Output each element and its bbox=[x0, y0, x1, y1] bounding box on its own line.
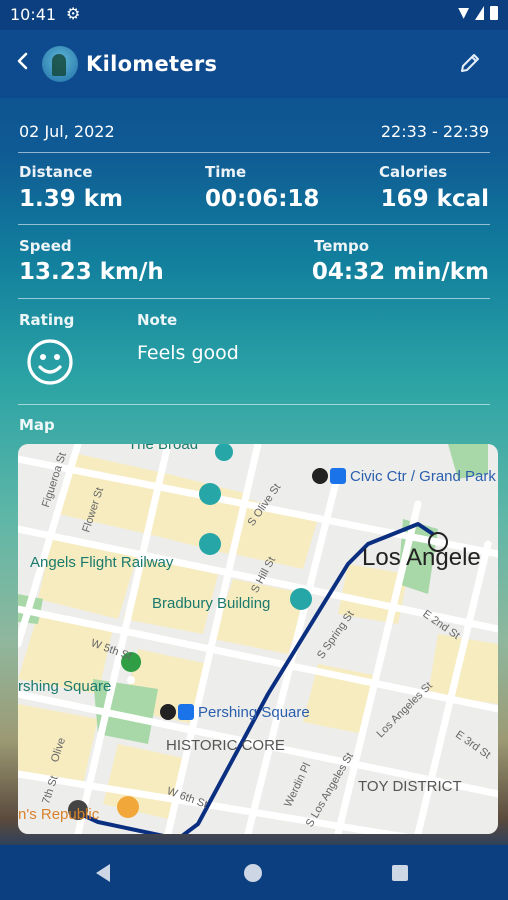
divider bbox=[18, 298, 490, 299]
map-place-pershing-station: Pershing Square bbox=[198, 704, 310, 721]
route-map[interactable]: The Broad Civic Ctr / Grand Park Angels … bbox=[18, 444, 498, 834]
battery-icon bbox=[490, 6, 498, 20]
map-place-the-broad: The Broad bbox=[128, 444, 199, 453]
map-place-historic-core: HISTORIC CORE bbox=[166, 737, 285, 754]
time-value: 00:06:18 bbox=[205, 186, 320, 212]
status-icons: ▼ bbox=[458, 5, 498, 21]
map-place-los-angeles: Los Angele bbox=[362, 544, 481, 571]
map-place-angels-flight: Angels Flight Railway bbox=[30, 554, 174, 571]
distance-label: Distance bbox=[19, 163, 93, 181]
speed-value: 13.23 km/h bbox=[19, 259, 164, 285]
speed-label: Speed bbox=[19, 237, 72, 255]
system-nav-bar bbox=[0, 845, 508, 900]
activity-avatar bbox=[42, 46, 78, 82]
back-arrow-icon[interactable] bbox=[14, 52, 32, 70]
map-place-pershing-park: rshing Square bbox=[18, 678, 112, 695]
app-bar: Kilometers bbox=[0, 30, 508, 98]
settings-gear-icon: ⚙ bbox=[66, 4, 81, 23]
runner-icon bbox=[52, 54, 66, 76]
nav-recents-icon[interactable] bbox=[392, 865, 408, 881]
calories-label: Calories bbox=[379, 163, 448, 181]
wifi-icon: ▼ bbox=[458, 5, 469, 21]
tempo-value: 04:32 min/km bbox=[311, 259, 489, 285]
nav-back-icon[interactable] bbox=[96, 864, 110, 882]
activity-date: 02 Jul, 2022 bbox=[19, 122, 115, 141]
signal-icon bbox=[475, 6, 484, 20]
map-place-toy-district: TOY DISTRICT bbox=[358, 778, 462, 795]
note-label: Note bbox=[137, 311, 178, 329]
nav-home-icon[interactable] bbox=[244, 864, 262, 882]
page-title: Kilometers bbox=[86, 52, 218, 76]
note-text: Feels good bbox=[137, 342, 239, 364]
rating-label: Rating bbox=[19, 311, 75, 329]
distance-value: 1.39 km bbox=[19, 186, 124, 212]
activity-detail-screen: 10:41 ⚙ ▼ Kilometers 02 Jul, 2022 22:33 … bbox=[0, 0, 508, 900]
tempo-label: Tempo bbox=[314, 237, 370, 255]
calories-value: 169 kcal bbox=[380, 186, 489, 212]
map-place-civic-center: Civic Ctr / Grand Park bbox=[350, 468, 496, 485]
status-bar: 10:41 ⚙ ▼ bbox=[0, 0, 508, 30]
divider bbox=[18, 404, 490, 405]
edit-pencil-icon[interactable] bbox=[458, 51, 482, 75]
smiley-face-icon bbox=[27, 339, 73, 385]
map-label: Map bbox=[19, 416, 55, 434]
map-place-bradbury: Bradbury Building bbox=[152, 595, 271, 612]
map-place-republic: n's Republic bbox=[18, 806, 100, 823]
status-time: 10:41 bbox=[10, 5, 57, 24]
activity-time-range: 22:33 - 22:39 bbox=[380, 122, 489, 141]
divider bbox=[18, 152, 490, 153]
time-label: Time bbox=[205, 163, 247, 181]
divider bbox=[18, 224, 490, 225]
